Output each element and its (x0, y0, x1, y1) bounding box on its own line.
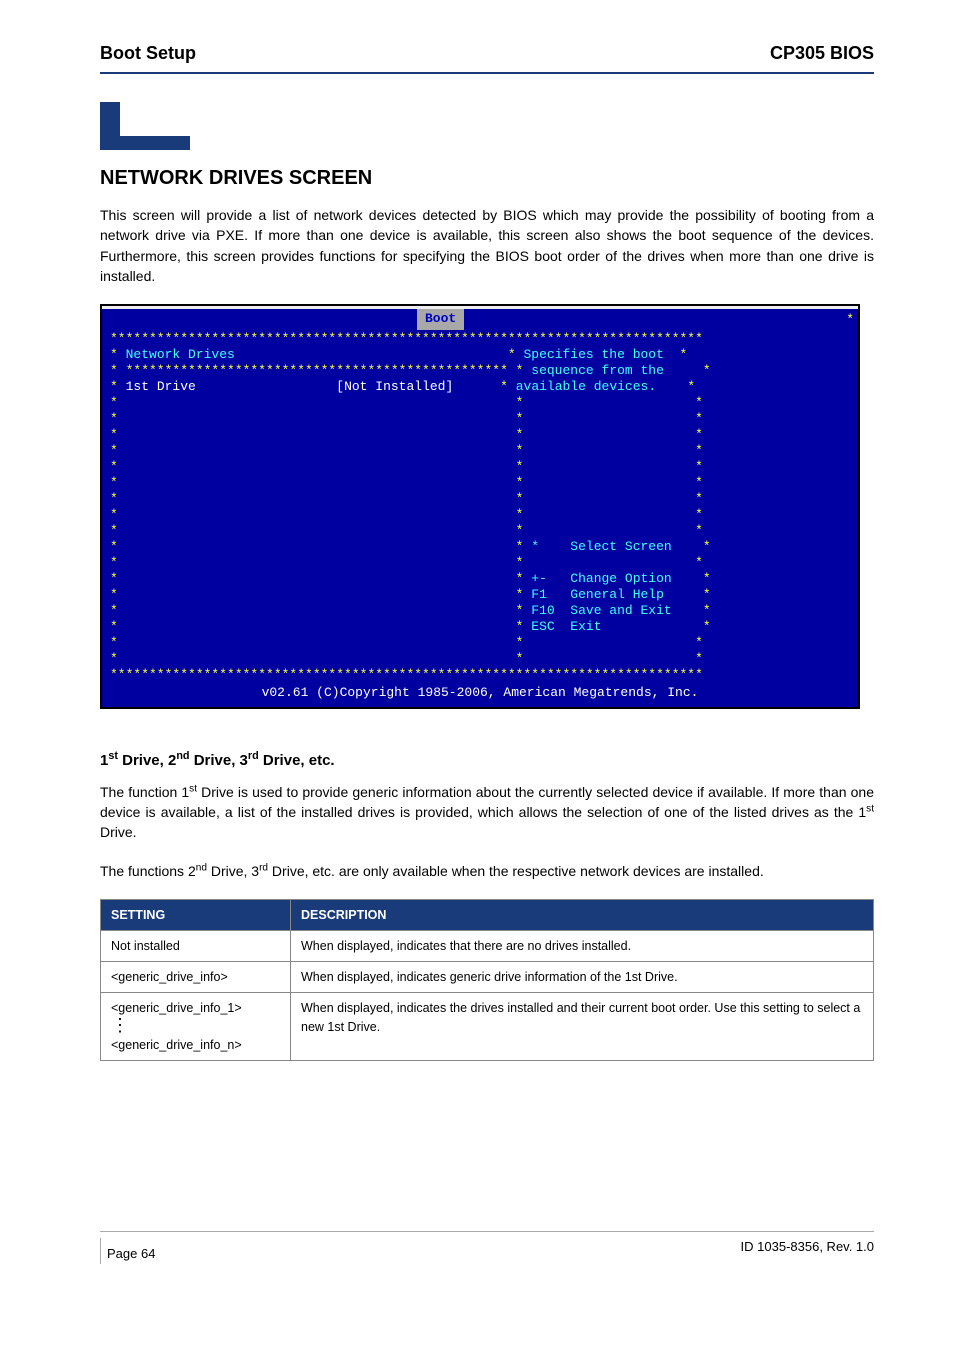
col-setting: SETTING (101, 900, 291, 931)
bios-group: Network Drives (126, 347, 235, 362)
bios-first-drive-label[interactable]: 1st Drive (126, 379, 196, 394)
settings-table: SETTING DESCRIPTION Not installed When d… (100, 899, 874, 1061)
header-rule (100, 72, 874, 74)
table-row: <generic_drive_info_1> ⋮ <generic_drive_… (101, 993, 874, 1060)
brand-logo (100, 102, 190, 150)
doc-id: ID 1035-8356, Rev. 1.0 (741, 1238, 874, 1264)
section-heading: NETWORK DRIVES SCREEN (100, 164, 874, 193)
drive-paragraph-2: The functions 2nd Drive, 3rd Drive, etc.… (100, 861, 874, 881)
bios-first-drive-value[interactable]: [Not Installed] (336, 379, 453, 394)
table-row: Not installed When displayed, indicates … (101, 931, 874, 962)
header-right: CP305 BIOS (770, 40, 874, 66)
page-number: Page 64 (107, 1245, 155, 1264)
page-header: Boot Setup CP305 BIOS (100, 40, 874, 66)
page-footer: Page 64 ID 1035-8356, Rev. 1.0 (100, 1231, 874, 1264)
bios-tab-boot: Boot (417, 309, 464, 330)
section-paragraph: This screen will provide a list of netwo… (100, 205, 874, 286)
header-left: Boot Setup (100, 40, 196, 66)
drive-subheading: 1st Drive, 2nd Drive, 3rd Drive, etc. (100, 749, 874, 772)
bios-tab-row: Boot * (102, 309, 858, 331)
col-description: DESCRIPTION (291, 900, 874, 931)
bios-footer: v02.61 (C)Copyright 1985-2006, American … (102, 683, 858, 707)
drive-paragraph-1: The function 1st Drive is used to provid… (100, 782, 874, 843)
table-row: <generic_drive_info> When displayed, ind… (101, 962, 874, 993)
vertical-dots-icon: ⋮ (111, 1022, 129, 1029)
bios-screenshot: Boot * *********************************… (100, 304, 860, 709)
